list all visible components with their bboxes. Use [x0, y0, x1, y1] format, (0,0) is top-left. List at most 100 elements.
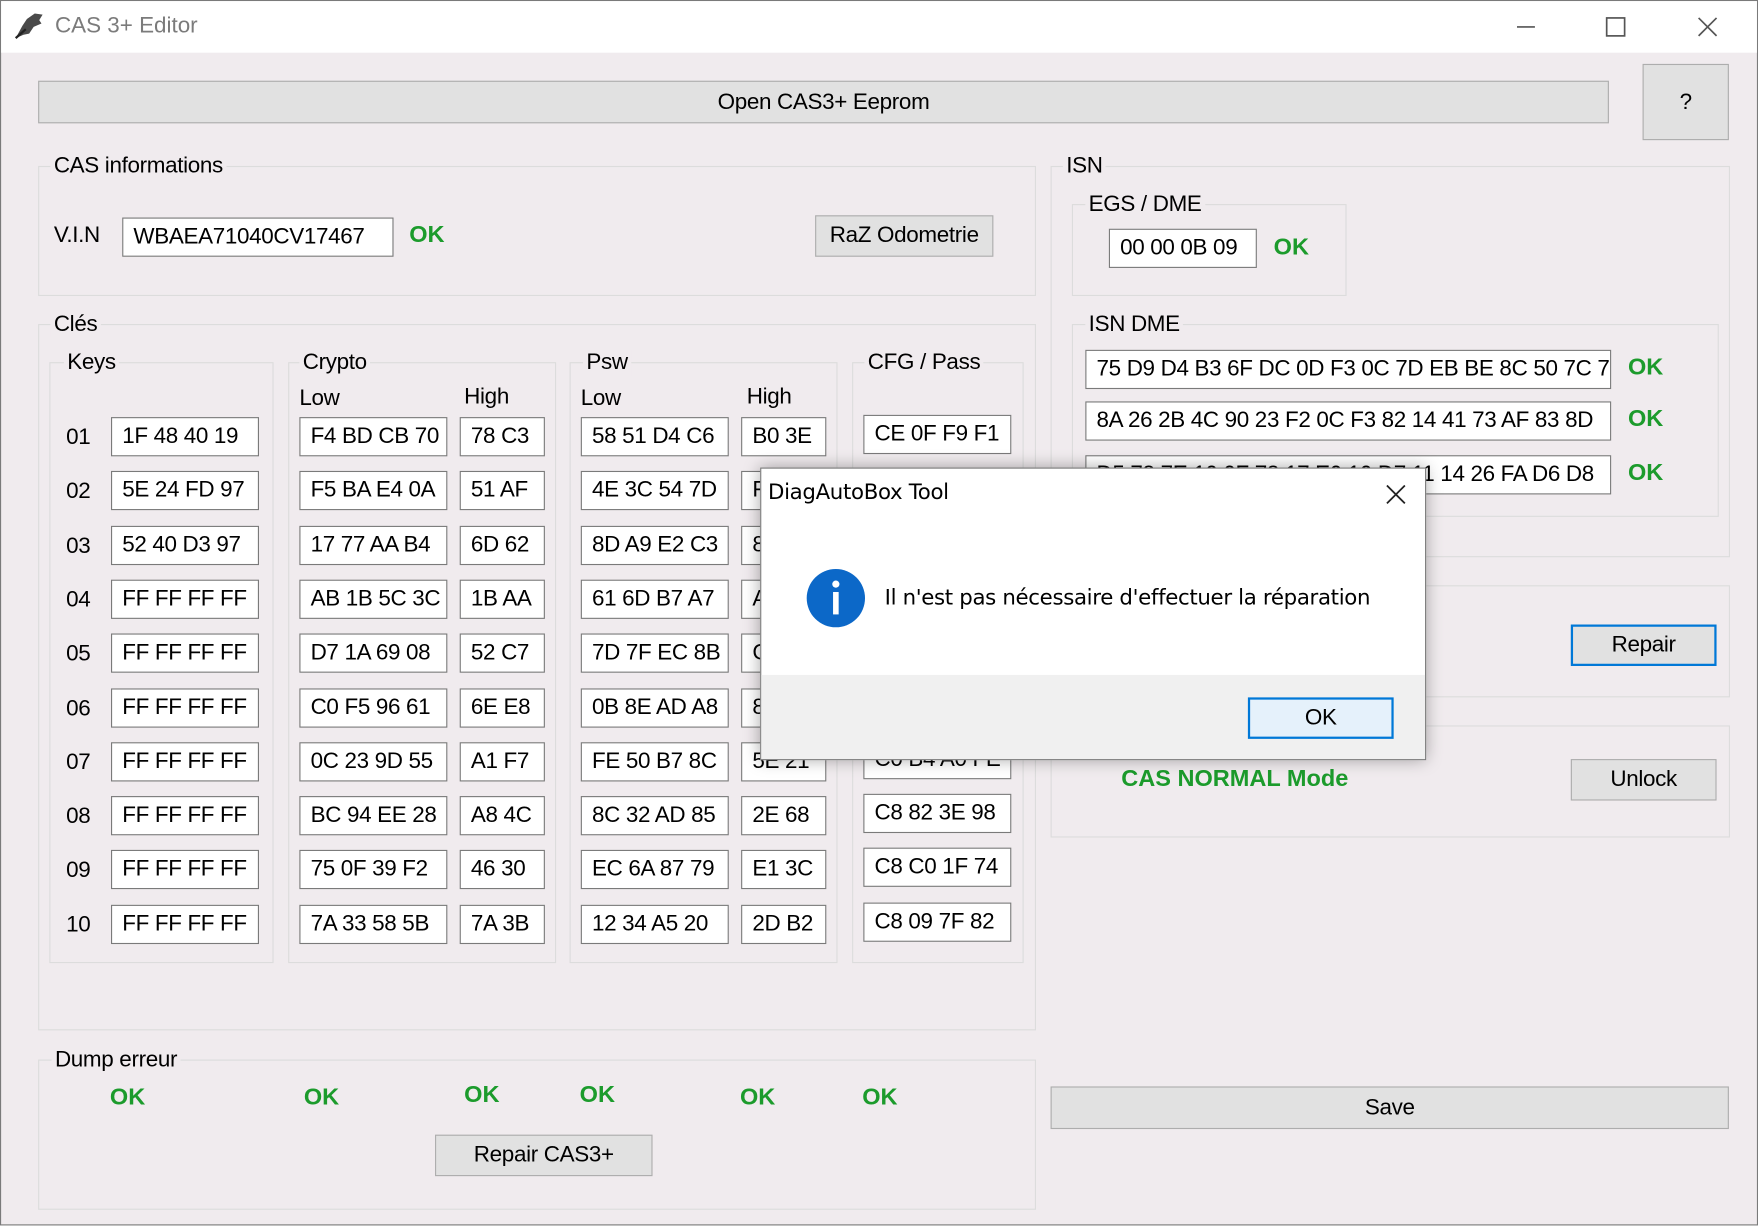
crypto-low-field[interactable]: 75 0F 39 F2	[299, 849, 448, 890]
egs-dme-label: EGS / DME	[1085, 191, 1205, 218]
crypto-low-field[interactable]: F5 BA E4 0A	[299, 470, 448, 511]
maximize-button[interactable]	[1582, 6, 1649, 49]
psw-low-field[interactable]: 8C 32 AD 85	[580, 796, 729, 836]
psw-low-field[interactable]: EC 6A 87 79	[580, 849, 729, 890]
isn-dme-label: ISN DME	[1085, 311, 1184, 338]
open-eeprom-button[interactable]: Open CAS3+ Eeprom	[38, 80, 1609, 124]
app-logo-icon	[14, 13, 43, 39]
crypto-high-field[interactable]: 6D 62	[459, 525, 545, 566]
crypto-high-field[interactable]: 1B AA	[459, 579, 545, 619]
key-row-number: 07	[66, 750, 91, 775]
key-field[interactable]: 52 40 D3 97	[110, 525, 259, 566]
minimize-button[interactable]	[1492, 6, 1559, 49]
maximize-icon	[1605, 17, 1626, 37]
info-icon	[806, 569, 866, 628]
isn-dme-field[interactable]: 75 D9 D4 B3 6F DC 0D F3 0C 7D EB BE 8C 5…	[1085, 349, 1612, 390]
raz-odometrie-button[interactable]: RaZ Odometrie	[815, 215, 994, 257]
egs-dme-status: OK	[1273, 234, 1310, 261]
psw-low-field[interactable]: 0B 8E AD A8	[580, 688, 729, 728]
psw-low-field[interactable]: 58 51 D4 C6	[580, 417, 729, 457]
dump-group-label: Dump erreur	[51, 1047, 181, 1073]
close-window-button[interactable]	[1674, 6, 1741, 49]
help-button[interactable]: ?	[1642, 63, 1729, 141]
title-bar: CAS 3+ Editor	[1, 1, 1757, 53]
keys-subgroup-label: Keys	[63, 349, 120, 376]
psw-subgroup-label: Psw	[583, 349, 632, 376]
isn-group-label: ISN	[1062, 153, 1107, 180]
psw-high-field[interactable]: 2D B2	[741, 904, 827, 945]
dialog-close-button[interactable]	[1376, 478, 1416, 512]
crypto-high-field[interactable]: 78 C3	[459, 417, 545, 457]
window-title: CAS 3+ Editor	[54, 13, 198, 39]
key-row-number: 06	[66, 696, 91, 721]
key-field[interactable]: FF FF FF FF	[110, 633, 259, 673]
key-row-number: 09	[66, 857, 91, 883]
save-button[interactable]: Save	[1050, 1086, 1729, 1130]
psw-high-field[interactable]: 2E 68	[741, 796, 827, 836]
unlock-button[interactable]: Unlock	[1570, 759, 1717, 801]
crypto-low-field[interactable]: 17 77 AA B4	[299, 525, 448, 566]
crypto-low-field[interactable]: D7 1A 69 08	[299, 633, 448, 673]
cfg-field[interactable]: C8 82 3E 98	[863, 793, 1012, 834]
psw-low-field[interactable]: 12 34 A5 20	[580, 904, 729, 945]
key-field[interactable]: FF FF FF FF	[110, 796, 259, 836]
crypto-low-field[interactable]: F4 BD CB 70	[299, 417, 448, 457]
vin-label: V.I.N	[53, 223, 100, 248]
crypto-high-field[interactable]: 7A 3B	[459, 904, 545, 945]
crypto-low-field[interactable]: 7A 33 58 5B	[299, 904, 448, 945]
key-field[interactable]: FF FF FF FF	[110, 849, 259, 890]
cfg-field[interactable]: C8 09 7F 82	[863, 902, 1012, 942]
key-field[interactable]: FF FF FF FF	[110, 579, 259, 619]
psw-low-label: Low	[580, 385, 621, 411]
crypto-high-field[interactable]: 6E E8	[459, 688, 545, 728]
key-field[interactable]: 1F 48 40 19	[110, 417, 259, 457]
psw-low-field[interactable]: 8D A9 E2 C3	[580, 525, 729, 566]
key-field[interactable]: FF FF FF FF	[110, 688, 259, 728]
crypto-low-field[interactable]: C0 F5 96 61	[299, 688, 448, 728]
dump-status: OK	[303, 1084, 340, 1110]
isn-dme-field[interactable]: 8A 26 2B 4C 90 23 F2 0C F3 82 14 41 73 A…	[1085, 401, 1612, 441]
key-row-number: 10	[66, 912, 91, 938]
repair-button[interactable]: Repair	[1570, 624, 1717, 666]
crypto-low-field[interactable]: 0C 23 9D 55	[299, 742, 448, 782]
isn-dme-status: OK	[1627, 354, 1664, 381]
crypto-low-field[interactable]: BC 94 EE 28	[299, 796, 448, 836]
cfg-field[interactable]: CE 0F F9 F1	[863, 414, 1012, 455]
dump-status: OK	[862, 1084, 898, 1110]
crypto-high-label: High	[464, 384, 509, 410]
crypto-high-field[interactable]: 51 AF	[459, 470, 545, 511]
cfg-field[interactable]: C8 C0 1F 74	[863, 847, 1012, 887]
close-icon	[1386, 484, 1406, 505]
dialog-ok-button[interactable]: OK	[1247, 697, 1394, 739]
cas-info-label: CAS informations	[50, 153, 227, 180]
psw-high-label: High	[746, 384, 792, 410]
psw-low-field[interactable]: 61 6D B7 A7	[580, 579, 729, 619]
main-window: CAS 3+ Editor Open CAS3+ Eeprom ? CAS in…	[0, 0, 1758, 1226]
isn-dme-status: OK	[1627, 459, 1664, 486]
vin-field[interactable]: WBAEA71040CV17467	[122, 217, 394, 257]
dump-status: OK	[579, 1081, 615, 1108]
keys-group-label: Clés	[50, 311, 101, 338]
psw-high-field[interactable]: B0 3E	[741, 417, 827, 457]
psw-low-field[interactable]: 7D 7F EC 8B	[580, 633, 729, 673]
crypto-low-label: Low	[299, 385, 340, 411]
key-field[interactable]: FF FF FF FF	[110, 904, 259, 945]
dialog-message: Il n'est pas nécessaire d'effectuer la r…	[884, 585, 1371, 610]
psw-low-field[interactable]: FE 50 B7 8C	[580, 742, 729, 782]
egs-dme-field[interactable]: 00 00 0B 09	[1108, 228, 1257, 268]
cfg-subgroup-label: CFG / Pass	[864, 349, 984, 376]
key-field[interactable]: FF FF FF FF	[110, 742, 259, 782]
key-row-number: 08	[66, 803, 91, 829]
close-icon	[1698, 17, 1718, 37]
crypto-low-field[interactable]: AB 1B 5C 3C	[299, 579, 448, 619]
psw-low-field[interactable]: 4E 3C 54 7D	[580, 470, 729, 511]
key-field[interactable]: 5E 24 FD 97	[110, 470, 259, 511]
key-row-number: 05	[66, 641, 91, 666]
crypto-subgroup-label: Crypto	[299, 349, 371, 376]
psw-high-field[interactable]: E1 3C	[741, 849, 827, 890]
crypto-high-field[interactable]: A8 4C	[459, 796, 545, 836]
crypto-high-field[interactable]: 52 C7	[459, 633, 545, 673]
crypto-high-field[interactable]: 46 30	[459, 849, 545, 890]
crypto-high-field[interactable]: A1 F7	[459, 742, 545, 782]
repair-cas3-button[interactable]: Repair CAS3+	[435, 1134, 653, 1177]
